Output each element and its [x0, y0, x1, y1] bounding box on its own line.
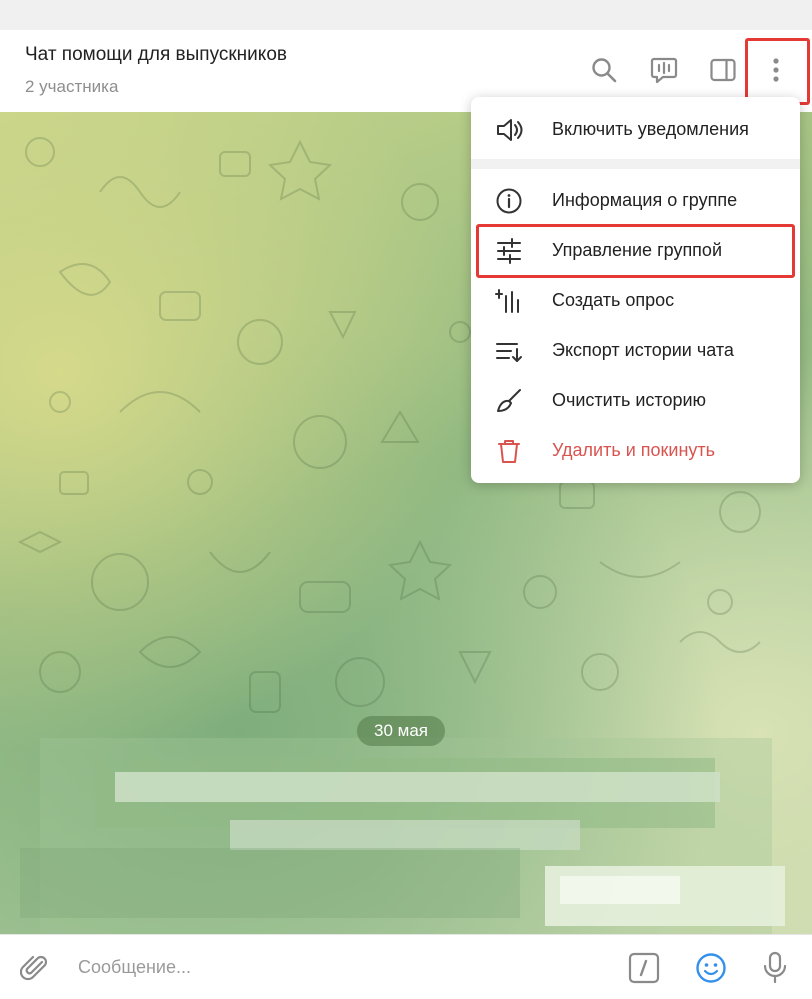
window-top-strip	[0, 0, 812, 30]
menu-item-label: Очистить историю	[552, 390, 707, 410]
highlight-manage-group	[476, 224, 795, 278]
poll-icon	[495, 288, 523, 314]
voice-chat-icon[interactable]	[646, 52, 682, 88]
message-composer: Сообщение...	[0, 934, 812, 999]
broom-icon	[495, 388, 523, 414]
blurred-message-content	[20, 738, 785, 934]
menu-item-delete-and-leave[interactable]: Удалить и покинуть	[471, 426, 800, 476]
speaker-icon	[495, 117, 523, 143]
menu-item-create-poll[interactable]: Создать опрос	[471, 276, 800, 326]
menu-item-label: Удалить и покинуть	[552, 440, 716, 460]
menu-item-clear-history[interactable]: Очистить историю	[471, 376, 800, 426]
menu-item-enable-notifications[interactable]: Включить уведомления	[471, 105, 800, 155]
export-icon	[495, 338, 523, 364]
menu-item-label: Экспорт истории чата	[552, 340, 734, 360]
emoji-icon[interactable]	[694, 951, 728, 985]
attach-icon[interactable]	[18, 951, 52, 985]
chat-title[interactable]: Чат помощи для выпускников	[25, 44, 287, 66]
search-icon[interactable]	[586, 52, 622, 88]
sidebar-toggle-icon[interactable]	[705, 52, 741, 88]
menu-item-label: Включить уведомления	[552, 119, 749, 139]
microphone-icon[interactable]	[758, 951, 792, 985]
highlight-more-button	[745, 38, 810, 105]
message-input[interactable]: Сообщение...	[78, 957, 191, 978]
info-icon	[495, 188, 523, 214]
date-label: 30 мая	[357, 716, 445, 746]
chat-options-menu: Включить уведомления Информация о группе…	[471, 97, 800, 483]
menu-item-export-history[interactable]: Экспорт истории чата	[471, 326, 800, 376]
menu-item-group-info[interactable]: Информация о группе	[471, 176, 800, 226]
commands-icon[interactable]	[627, 951, 661, 985]
menu-item-label: Создать опрос	[552, 290, 675, 310]
chat-subtitle: 2 участника	[25, 77, 119, 96]
trash-icon	[495, 438, 523, 464]
menu-item-label: Информация о группе	[552, 190, 738, 210]
menu-separator	[471, 159, 800, 169]
